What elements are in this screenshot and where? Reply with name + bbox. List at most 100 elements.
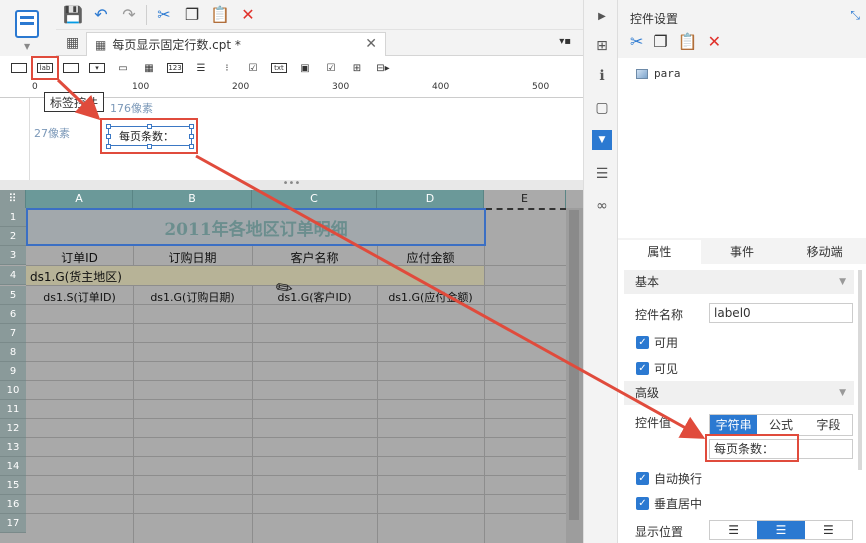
save-icon[interactable]: 💾 [62,4,84,26]
number-widget-button[interactable]: 123 [164,59,186,77]
row-header[interactable]: 11 [0,400,26,419]
row-header[interactable]: 9 [0,362,26,381]
column-header[interactable]: A [26,190,133,208]
resize-handle[interactable] [106,134,111,139]
resize-handle[interactable] [147,144,152,149]
radio-group-button[interactable]: ⁝ [216,59,238,77]
button-widget-button[interactable]: ▭ [112,59,134,77]
resize-handle[interactable] [106,124,111,129]
password-widget-button[interactable]: ▣ [294,59,316,77]
row-header[interactable]: 3 {H} [0,246,26,280]
column-header[interactable]: E [484,190,566,208]
paste-icon[interactable]: 📋 [209,4,231,26]
copy-icon[interactable]: ❐ [653,32,667,51]
text-widget-button[interactable]: txt [268,59,290,77]
tab-file[interactable]: ▦ 每页显示固定行数.cpt * ✕ [86,32,386,56]
resize-handle[interactable] [106,144,111,149]
report-sheet[interactable]: ⠿ A B C D E 1 {H} 2 {H} 3 {H} 4 {H} 5 6 … [0,190,583,543]
section-advanced[interactable]: 高级 ▼ [624,381,854,405]
tree-node-para[interactable]: para [636,67,681,80]
row-header[interactable]: 7 [0,324,26,343]
row-header[interactable]: 15 [0,476,26,495]
tab-menu-icon[interactable]: ▾▪ [559,36,571,47]
data-cell[interactable]: ds1.G(客户ID) [252,289,377,305]
frame-widget-button[interactable] [8,59,30,77]
align-center-icon[interactable]: ☰ [757,521,805,539]
float-element-icon[interactable]: ▢ [592,98,612,118]
textbox-widget-button[interactable] [60,59,82,77]
label-widget[interactable]: 每页条数： [108,126,192,146]
resize-handle[interactable] [189,144,194,149]
wrap-checkbox[interactable]: ✓ 自动换行 [636,470,702,487]
grid-icon[interactable]: ▦ [66,35,79,51]
column-header[interactable]: C [252,190,377,208]
combo-widget-button[interactable]: ▾ [86,59,108,77]
name-input[interactable]: label0 [709,303,853,323]
header-cell[interactable]: 客户名称 [252,249,377,266]
corner-cell[interactable]: ⠿ [0,190,26,208]
label-widget-button[interactable]: lab [31,56,59,80]
copy-icon[interactable]: ❐ [181,4,203,26]
row-header[interactable]: 14 [0,457,26,476]
column-header[interactable]: B [133,190,252,208]
resize-handle[interactable] [189,124,194,129]
resize-handle[interactable] [189,134,194,139]
delete-icon[interactable]: ✕ [708,32,721,51]
scrollbar-thumb[interactable] [569,210,579,520]
paste-icon[interactable]: 📋 [678,32,698,51]
row-header[interactable]: 2 {H} [0,227,26,261]
row-header[interactable]: 5 [0,286,26,305]
undo-icon[interactable]: ↶ [90,4,112,26]
close-icon[interactable]: ✕ [365,36,377,52]
pin-icon[interactable]: ⤡ [850,8,860,23]
align-left-icon[interactable]: ☰ [710,521,758,539]
row-header[interactable]: 10 [0,381,26,400]
header-cell[interactable]: 订购日期 [133,249,252,266]
hyperlink-icon[interactable]: ∞ [592,196,612,216]
tab-mobile[interactable]: 移动端 [783,240,866,264]
row-header[interactable]: 12 [0,419,26,438]
pane-splitter[interactable]: ••• [0,179,583,190]
data-cell[interactable]: ds1.S(订单ID) [26,289,133,305]
row-header[interactable]: 17 [0,514,26,533]
conditional-attr-icon[interactable]: ☰ [592,164,612,184]
title-cell[interactable]: 2011年各地区订单明细 [26,208,486,246]
visible-checkbox[interactable]: ✓ 可见 [636,360,678,377]
cell-element-icon[interactable]: ⊞ [592,36,612,56]
column-header[interactable]: D [377,190,484,208]
tree-widget-button[interactable]: ⊞ [346,59,368,77]
enabled-checkbox[interactable]: ✓ 可用 [636,334,678,351]
row-header[interactable]: 6 [0,305,26,324]
vcenter-checkbox[interactable]: ✓ 垂直居中 [636,495,702,512]
header-cell[interactable]: 应付金额 [377,249,484,266]
tab-properties[interactable]: 属性 [618,240,701,264]
cut-icon[interactable]: ✂ [153,4,175,26]
date-widget-button[interactable]: ▦ [138,59,160,77]
checkbox-widget-button[interactable]: ☑ [320,59,342,77]
value-mode-formula[interactable]: 公式 [757,415,805,435]
vertical-scrollbar[interactable] [566,208,583,543]
cut-icon[interactable]: ✂ [630,32,643,51]
properties-scrollbar[interactable] [858,270,862,470]
data-cell[interactable]: ds1.G(订购日期) [133,289,252,305]
more-widget-button[interactable]: ⊟▸ [372,59,394,77]
resize-handle[interactable] [147,124,152,129]
chevron-right-icon[interactable]: ▶ [592,6,612,26]
app-logo-area[interactable]: ▼ [0,0,56,56]
align-right-icon[interactable]: ☰ [804,521,852,539]
tab-events[interactable]: 事件 [701,240,784,264]
widget-settings-icon[interactable]: ▼ [592,130,612,150]
cell-attribute-icon[interactable]: ℹ [592,66,612,86]
row-header[interactable]: 8 [0,343,26,362]
row-header[interactable]: 13 [0,438,26,457]
delete-icon[interactable]: ✕ [237,4,259,26]
data-cell[interactable]: ds1.G(应付金额) [377,289,484,305]
row-header[interactable]: 16 [0,495,26,514]
section-basic[interactable]: 基本 ▼ [624,270,854,294]
redo-icon[interactable]: ↷ [118,4,140,26]
checkbox-group-button[interactable]: ☑ [242,59,264,77]
row-header[interactable]: 4 {H} [0,266,26,300]
value-mode-field[interactable]: 字段 [804,415,852,435]
header-cell[interactable]: 订单ID [26,249,133,266]
value-mode-string[interactable]: 字符串 [710,415,758,435]
